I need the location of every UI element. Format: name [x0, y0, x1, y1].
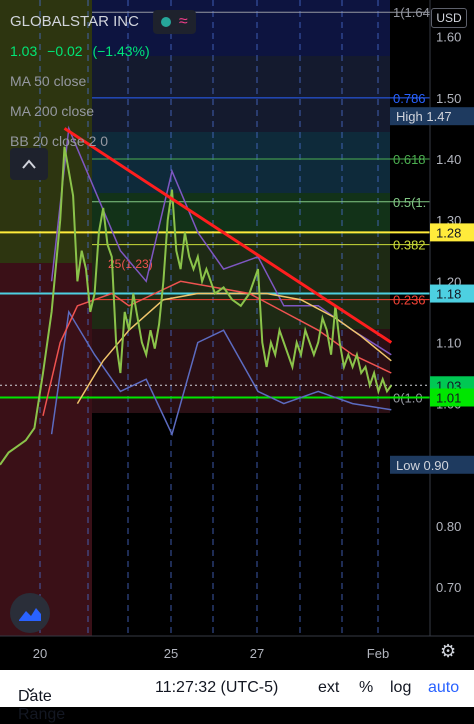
collapse-legend-button[interactable] [10, 148, 48, 180]
time-axis-bg [0, 636, 474, 670]
indicator-ma50[interactable]: MA 50 close [10, 66, 196, 96]
indicator-ma200[interactable]: MA 200 close [10, 96, 196, 126]
percent-button[interactable]: % [359, 679, 373, 697]
price-change-pct: (−1.43%) [92, 43, 150, 59]
price-label-1: 1.28 [436, 225, 461, 240]
fib-label-0: 1(1.64 [393, 5, 430, 20]
gear-icon[interactable]: ⚙ [440, 641, 456, 662]
fib-mid-label: 25(1.23) [108, 257, 153, 271]
ext-button[interactable]: ext [318, 679, 339, 697]
zone-green [92, 193, 390, 235]
price-label-0: High 1.47 [396, 109, 452, 124]
x-tick-label-1: 25 [164, 646, 178, 661]
y-tick-label-7: 1.40 [436, 152, 461, 167]
wave-icon: ≈ [178, 13, 188, 31]
date-range-button[interactable]: Date Range ⌄ [18, 679, 65, 723]
y-tick-label-8: 1.50 [436, 91, 461, 106]
y-tick-label-0: 0.70 [436, 580, 461, 595]
y-tick-label-4: 1.10 [436, 335, 461, 350]
x-tick-label-0: 20 [33, 646, 47, 661]
chevron-down-icon: ⌄ [24, 679, 38, 696]
x-tick-label-2: 27 [250, 646, 264, 661]
last-price: 1.03 [10, 43, 38, 59]
symbol-title[interactable]: GLOBALSTAR INC [10, 7, 139, 37]
bottom-toolbar: Date Range ⌄ 11:27:32 (UTC-5) ext % log … [0, 670, 474, 723]
tradingview-logo-icon [19, 608, 41, 621]
fib-label-2: 0.618 [393, 152, 426, 167]
status-pill[interactable]: ≈ [152, 10, 196, 35]
price-change: −0.02 [47, 43, 83, 59]
price-label-4: 1.01 [436, 391, 461, 406]
fib-label-1: 0.786 [393, 91, 426, 106]
x-tick-label-3: Feb [367, 646, 389, 661]
tradingview-logo-button[interactable] [10, 593, 50, 633]
auto-button[interactable]: auto [428, 679, 459, 697]
log-button[interactable]: log [390, 679, 411, 697]
market-status-icon [160, 17, 171, 28]
currency-badge: USD [431, 8, 467, 28]
chevron-up-icon [22, 159, 36, 169]
price-label-5: Low 0.90 [396, 458, 449, 473]
clock-time[interactable]: 11:27:32 (UTC-5) [155, 679, 278, 697]
fib-label-4: 0.382 [393, 238, 426, 253]
y-tick-label-9: 1.60 [436, 30, 461, 45]
y-tick-label-1: 0.80 [436, 519, 461, 534]
price-label-2: 1.18 [436, 287, 461, 302]
fib-label-5: 0.236 [393, 293, 426, 308]
fib-label-3: 0.5(1. [393, 195, 426, 210]
legend: GLOBALSTAR INC ≈ 1.03 −0.02 (−1.43%) MA … [10, 6, 196, 156]
